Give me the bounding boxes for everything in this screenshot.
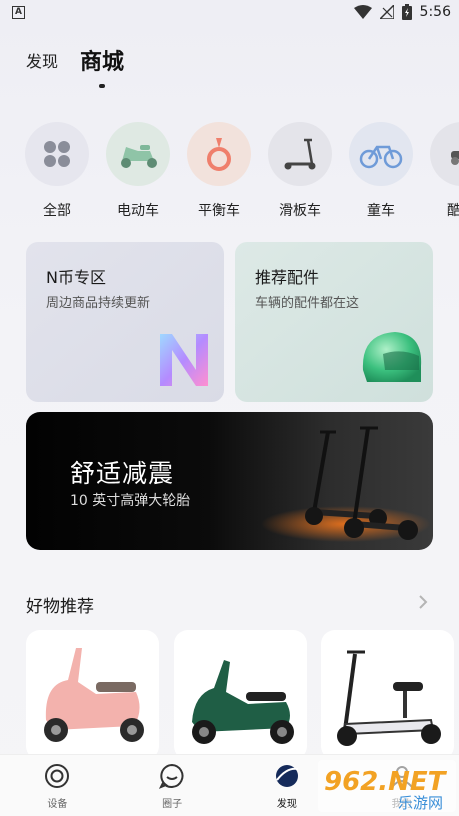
top-tabs: 发现 商城 [26, 38, 125, 88]
product-card-seated-kick-scooter[interactable] [321, 630, 454, 760]
banner-subtitle: 10 英寸高弹大轮胎 [70, 493, 191, 509]
battery-charging-icon [401, 4, 412, 20]
nav-device[interactable]: 设备 [0, 755, 115, 816]
device-icon [45, 764, 70, 788]
status-bar: A 5:56 [0, 0, 459, 26]
tab-mall[interactable]: 商城 [80, 44, 125, 88]
kick-scooter-image [261, 426, 431, 542]
product-card-green-scooter[interactable] [174, 630, 307, 760]
promo-banner[interactable]: 舒适减震 10 英寸高弹大轮胎 [26, 412, 433, 550]
card-subtitle: 周边商品持续更新 [46, 296, 151, 311]
category-kids[interactable]: 童车 [348, 122, 414, 220]
category-label: 平衡车 [198, 203, 240, 219]
category-electric[interactable]: 电动车 [105, 122, 171, 220]
grid-icon [25, 122, 89, 186]
status-time: 5:56 [419, 4, 451, 20]
category-label: 滑板车 [279, 203, 321, 219]
chevron-right-icon[interactable] [418, 594, 428, 613]
category-label: 电动车 [117, 203, 159, 219]
no-signal-icon [379, 5, 394, 19]
nav-label: 设备 [47, 799, 68, 810]
pink-scooter-image [44, 648, 144, 742]
discover-icon [275, 765, 299, 787]
tab-discover[interactable]: 发现 [26, 48, 58, 78]
banner-title: 舒适减震 [70, 459, 175, 488]
kick-scooter-icon [268, 122, 332, 186]
svg-text:962.NET: 962.NET [324, 767, 448, 797]
card-title: 推荐配件 [255, 268, 320, 287]
watermark-logo: 962.NET 乐游网 [318, 760, 456, 812]
parts-card[interactable]: 推荐配件 车辆的配件都在这 [235, 242, 433, 402]
green-scooter-image [192, 660, 294, 744]
kids-bike-icon [349, 122, 413, 186]
n-coin-card[interactable]: N币专区 周边商品持续更新 [26, 242, 224, 402]
category-all[interactable]: 全部 [24, 122, 90, 220]
app-notification-icon: A [12, 6, 25, 19]
scooter-icon [106, 122, 170, 186]
community-icon [159, 763, 184, 789]
category-label: 童车 [367, 203, 395, 219]
balance-wheel-icon [187, 122, 251, 186]
helmet-icon [362, 332, 422, 382]
category-label: 酷 [447, 203, 459, 219]
nav-community[interactable]: 圈子 [115, 755, 230, 816]
seated-kick-scooter-image [337, 650, 441, 746]
cool-vehicle-icon [430, 122, 459, 186]
svg-text:乐游网: 乐游网 [398, 794, 443, 812]
tab-mall-label: 商城 [80, 50, 125, 75]
n-logo-icon [160, 334, 208, 386]
active-tab-indicator [99, 84, 106, 88]
category-label: 全部 [43, 203, 71, 219]
card-title: N币专区 [46, 268, 106, 287]
category-kick-scooter[interactable]: 滑板车 [267, 122, 333, 220]
category-cool[interactable]: 酷 [429, 122, 459, 220]
category-row[interactable]: 全部 电动车 平衡车 滑板车 童车 酷 [24, 122, 459, 232]
product-card-pink-scooter[interactable] [26, 630, 159, 760]
card-subtitle: 车辆的配件都在这 [255, 296, 360, 311]
recommend-title: 好物推荐 [26, 597, 94, 617]
wifi-icon [353, 5, 372, 19]
category-balance[interactable]: 平衡车 [186, 122, 252, 220]
nav-label: 圈子 [162, 799, 183, 810]
